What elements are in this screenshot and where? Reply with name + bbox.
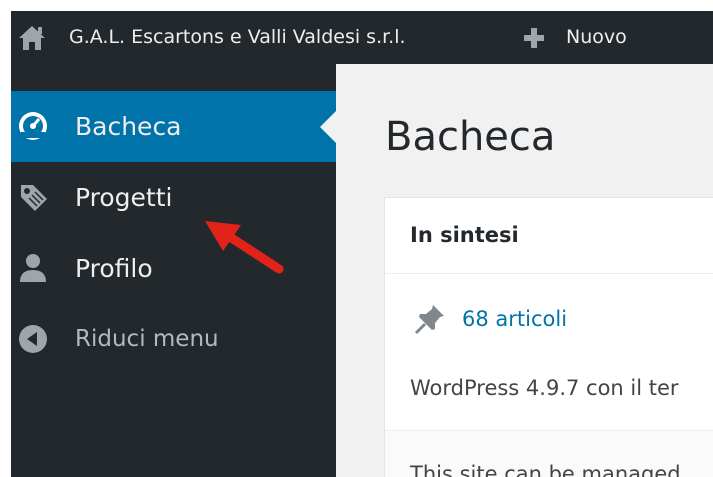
sidebar-collapse-menu[interactable]: Riduci menu	[11, 304, 336, 375]
sidebar-item-label: Riduci menu	[75, 326, 219, 352]
sidebar-item-label: Progetti	[75, 183, 173, 212]
panel-title: In sintesi	[410, 223, 519, 247]
red-arrow-annotation	[205, 221, 284, 274]
collapse-arrow-icon	[19, 325, 47, 353]
new-content-button[interactable]: Nuovo	[566, 22, 627, 52]
sidebar-item-label: Bacheca	[75, 112, 182, 141]
admin-bar: G.A.L. Escartons e Valli Valdesi s.r.l. …	[11, 11, 713, 64]
site-name-link[interactable]: G.A.L. Escartons e Valli Valdesi s.r.l.	[69, 22, 406, 52]
sidebar-item-bacheca[interactable]: Bacheca	[11, 91, 336, 162]
dashboard-gauge-icon	[19, 112, 47, 140]
home-icon[interactable]	[17, 23, 47, 53]
wp-admin-window: G.A.L. Escartons e Valli Valdesi s.r.l. …	[11, 11, 713, 477]
plus-icon[interactable]	[521, 23, 547, 53]
panel-header[interactable]: In sintesi	[385, 198, 713, 274]
sidebar-item-label: Profilo	[75, 254, 153, 283]
active-indicator	[320, 111, 336, 143]
pushpin-icon	[414, 305, 444, 335]
user-icon	[20, 254, 46, 282]
site-managed-text: This site can be managed	[410, 462, 681, 477]
wordpress-version-text: WordPress 4.9.7 con il ter	[410, 376, 679, 400]
at-a-glance-panel: In sintesi 68 articoli WordPress 4.9.7 c…	[384, 197, 713, 477]
tag-icon	[21, 185, 47, 211]
panel-footer: This site can be managed	[385, 430, 713, 477]
page-title: Bacheca	[385, 114, 556, 160]
articles-count-link[interactable]: 68 articoli	[462, 302, 567, 336]
